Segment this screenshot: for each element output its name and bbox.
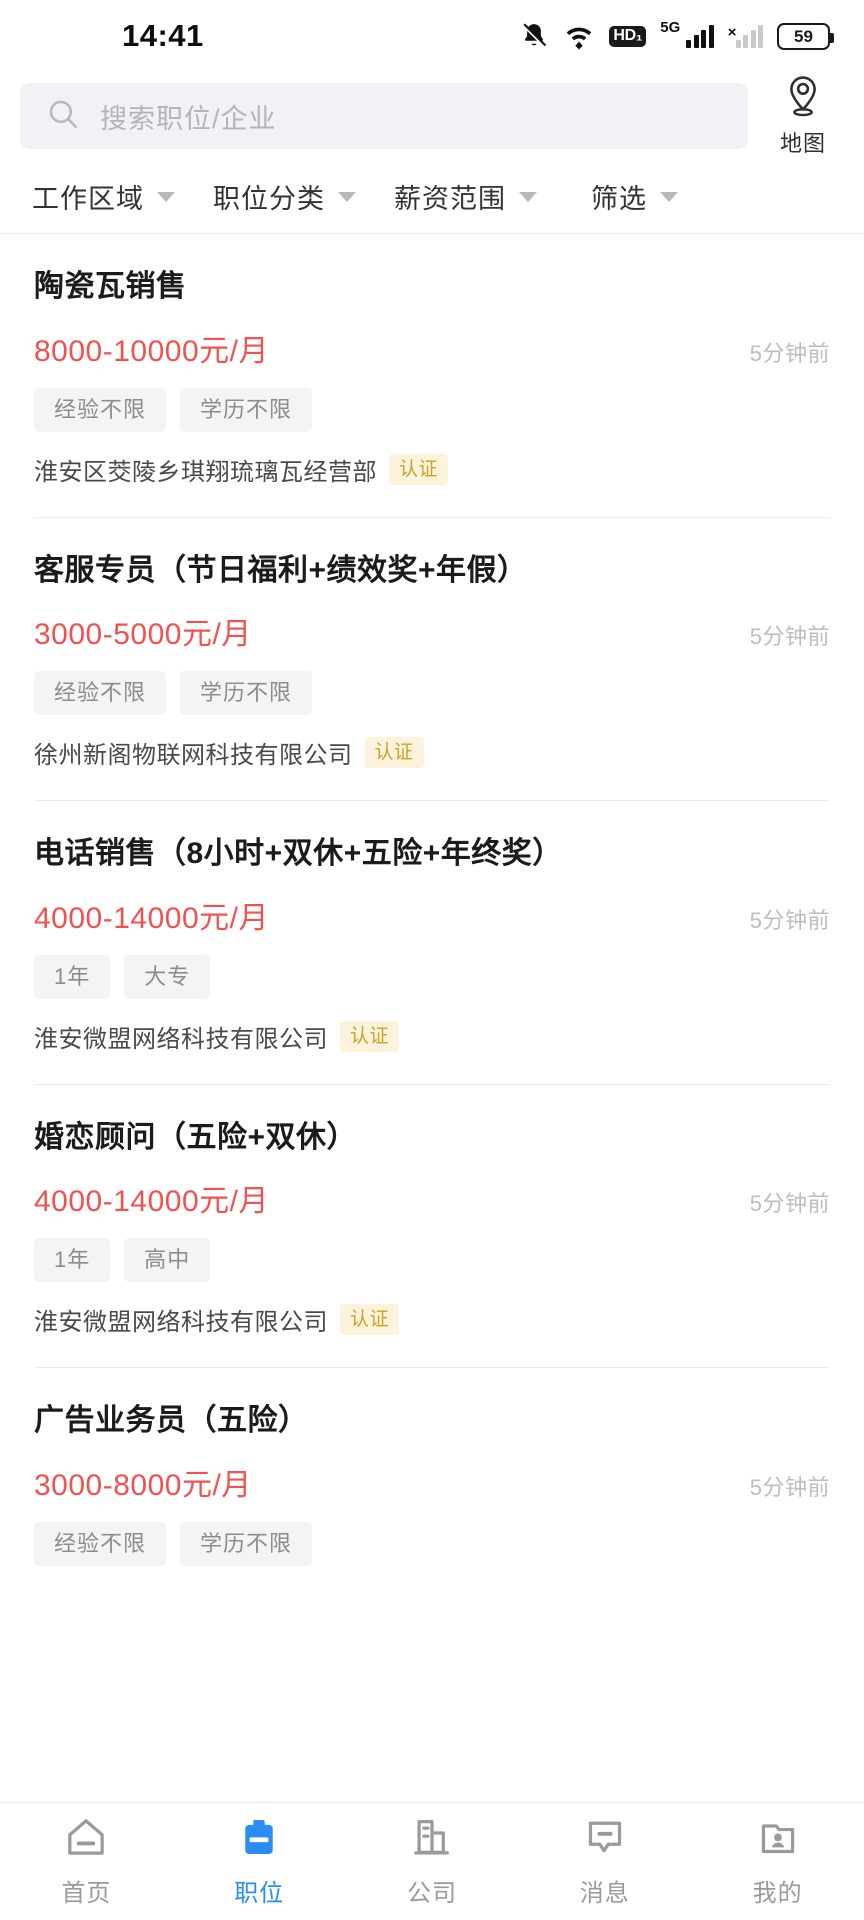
tab-label: 公司 bbox=[406, 1879, 457, 1907]
bell-muted-icon bbox=[519, 21, 549, 51]
wifi-icon bbox=[563, 21, 595, 51]
job-posted-time: 5分钟前 bbox=[749, 907, 830, 933]
job-company-name: 淮安区茭陵乡琪翔琉璃瓦经营部 bbox=[34, 458, 377, 486]
filter-label: 筛选 bbox=[591, 184, 647, 214]
job-tag: 学历不限 bbox=[180, 671, 313, 715]
tab-label: 我的 bbox=[752, 1879, 803, 1907]
verified-badge: 认证 bbox=[364, 737, 424, 768]
filter-label: 职位分类 bbox=[213, 184, 325, 214]
status-bar-clock: 14:41 bbox=[122, 18, 204, 53]
bottom-tab-bar: 首页 职位 公司 消息 我的 bbox=[0, 1802, 864, 1920]
job-tags: 经验不限 学历不限 bbox=[34, 1521, 830, 1566]
job-posted-time: 5分钟前 bbox=[749, 340, 830, 366]
job-company-name: 徐州新阁物联网科技有限公司 bbox=[34, 742, 353, 769]
tab-label: 消息 bbox=[579, 1879, 630, 1907]
tab-company[interactable]: 公司 bbox=[346, 1816, 519, 1908]
job-salary: 3000-8000元/月 bbox=[34, 1468, 252, 1502]
job-card[interactable]: 客服专员（节日福利+绩效奖+年假） 3000-5000元/月 5分钟前 经验不限… bbox=[0, 516, 864, 801]
tab-home[interactable]: 首页 bbox=[0, 1816, 173, 1908]
app-screen: 14:41 HD₁ 5G × 59 搜索职位/企业 地图 工作区域 职位分类 薪… bbox=[0, 0, 864, 1920]
status-bar: 14:41 HD₁ 5G × 59 bbox=[0, 0, 864, 72]
job-tags: 经验不限 学历不限 bbox=[34, 387, 830, 432]
filter-job-category[interactable]: 职位分类 bbox=[213, 177, 356, 216]
job-title: 广告业务员（五险） bbox=[34, 1404, 309, 1437]
job-title: 陶瓷瓦销售 bbox=[34, 270, 187, 303]
job-posted-time: 5分钟前 bbox=[749, 1191, 830, 1216]
chevron-down-icon bbox=[157, 191, 175, 202]
tab-jobs[interactable]: 职位 bbox=[173, 1816, 346, 1908]
job-tag: 学历不限 bbox=[180, 387, 313, 432]
job-title: 婚恋顾问（五险+双休） bbox=[34, 1120, 358, 1154]
job-posted-time: 5分钟前 bbox=[749, 624, 830, 649]
job-meta-row: 3000-8000元/月 5分钟前 bbox=[34, 1460, 830, 1504]
job-company-row[interactable]: 淮安微盟网络科技有限公司 认证 bbox=[34, 1019, 830, 1054]
job-tag: 1年 bbox=[34, 954, 111, 999]
filter-salary-range[interactable]: 薪资范围 bbox=[394, 177, 537, 216]
home-icon bbox=[64, 1816, 108, 1863]
map-button[interactable]: 地图 bbox=[762, 75, 844, 158]
filter-label: 薪资范围 bbox=[394, 184, 506, 214]
filter-work-area[interactable]: 工作区域 bbox=[32, 177, 175, 216]
verified-badge: 认证 bbox=[389, 453, 449, 485]
signal-5g-icon: 5G bbox=[660, 20, 714, 48]
job-company-name: 淮安微盟网络科技有限公司 bbox=[34, 1309, 328, 1336]
job-salary: 4000-14000元/月 bbox=[34, 901, 269, 935]
chevron-down-icon bbox=[660, 191, 678, 202]
tab-label: 首页 bbox=[61, 1879, 112, 1907]
signal-secondary-icon: × bbox=[728, 24, 763, 48]
job-tags: 1年 大专 bbox=[34, 954, 830, 999]
tab-profile[interactable]: 我的 bbox=[691, 1816, 864, 1908]
map-pin-icon bbox=[783, 75, 823, 122]
verified-badge: 认证 bbox=[340, 1020, 400, 1052]
job-salary: 8000-10000元/月 bbox=[34, 334, 269, 368]
tab-label: 职位 bbox=[234, 1879, 285, 1907]
job-company-name: 淮安微盟网络科技有限公司 bbox=[34, 1025, 328, 1053]
status-bar-icons: HD₁ 5G × 59 bbox=[519, 20, 834, 51]
filter-more[interactable]: 筛选 bbox=[591, 177, 678, 216]
search-row: 搜索职位/企业 地图 bbox=[0, 72, 864, 160]
building-icon bbox=[410, 1816, 454, 1863]
hd-icon: HD₁ bbox=[609, 25, 647, 47]
job-tags: 1年 高中 bbox=[34, 1238, 830, 1282]
filter-bar: 工作区域 职位分类 薪资范围 筛选 bbox=[0, 160, 864, 234]
job-company-row[interactable]: 淮安微盟网络科技有限公司 认证 bbox=[34, 1302, 830, 1337]
search-placeholder: 搜索职位/企业 bbox=[100, 103, 277, 134]
verified-badge: 认证 bbox=[340, 1304, 400, 1335]
job-company-row[interactable]: 淮安区茭陵乡琪翔琉璃瓦经营部 认证 bbox=[34, 452, 830, 487]
job-tag: 学历不限 bbox=[180, 1521, 313, 1566]
job-card[interactable]: 广告业务员（五险） 3000-8000元/月 5分钟前 经验不限 学历不限 bbox=[0, 1367, 864, 1616]
battery-icon: 59 bbox=[777, 22, 834, 50]
job-company-row[interactable]: 徐州新阁物联网科技有限公司 认证 bbox=[34, 735, 830, 770]
chevron-down-icon bbox=[338, 191, 356, 202]
map-button-label: 地图 bbox=[779, 130, 826, 156]
job-salary: 4000-14000元/月 bbox=[34, 1185, 269, 1218]
tab-messages[interactable]: 消息 bbox=[518, 1816, 691, 1908]
job-card[interactable]: 陶瓷瓦销售 8000-10000元/月 5分钟前 经验不限 学历不限 淮安区茭陵… bbox=[0, 234, 864, 517]
briefcase-icon bbox=[237, 1816, 281, 1863]
job-card[interactable]: 电话销售（8小时+双休+五险+年终奖） 4000-14000元/月 5分钟前 1… bbox=[0, 800, 864, 1084]
profile-icon bbox=[756, 1816, 800, 1863]
search-input[interactable]: 搜索职位/企业 bbox=[20, 83, 748, 149]
job-meta-row: 4000-14000元/月 5分钟前 bbox=[34, 1176, 830, 1220]
job-meta-row: 4000-14000元/月 5分钟前 bbox=[34, 893, 830, 937]
job-tag: 经验不限 bbox=[34, 671, 167, 715]
job-list: 陶瓷瓦销售 8000-10000元/月 5分钟前 经验不限 学历不限 淮安区茭陵… bbox=[0, 234, 864, 1802]
job-tags: 经验不限 学历不限 bbox=[34, 671, 830, 715]
job-tag: 1年 bbox=[34, 1238, 111, 1282]
job-posted-time: 5分钟前 bbox=[749, 1474, 830, 1500]
job-card[interactable]: 婚恋顾问（五险+双休） 4000-14000元/月 5分钟前 1年 高中 淮安微… bbox=[0, 1083, 864, 1368]
job-salary: 3000-5000元/月 bbox=[34, 618, 252, 651]
chevron-down-icon bbox=[519, 191, 537, 202]
message-icon bbox=[583, 1816, 627, 1863]
job-title: 客服专员（节日福利+绩效奖+年假） bbox=[34, 553, 528, 587]
job-meta-row: 8000-10000元/月 5分钟前 bbox=[34, 326, 830, 370]
job-tag: 大专 bbox=[124, 954, 211, 999]
job-meta-row: 3000-5000元/月 5分钟前 bbox=[34, 609, 830, 653]
search-icon bbox=[46, 97, 80, 136]
job-tag: 经验不限 bbox=[34, 387, 167, 432]
filter-label: 工作区域 bbox=[32, 184, 144, 214]
job-tag: 高中 bbox=[124, 1238, 211, 1282]
job-tag: 经验不限 bbox=[34, 1521, 167, 1566]
job-title: 电话销售（8小时+双休+五险+年终奖） bbox=[34, 837, 563, 870]
